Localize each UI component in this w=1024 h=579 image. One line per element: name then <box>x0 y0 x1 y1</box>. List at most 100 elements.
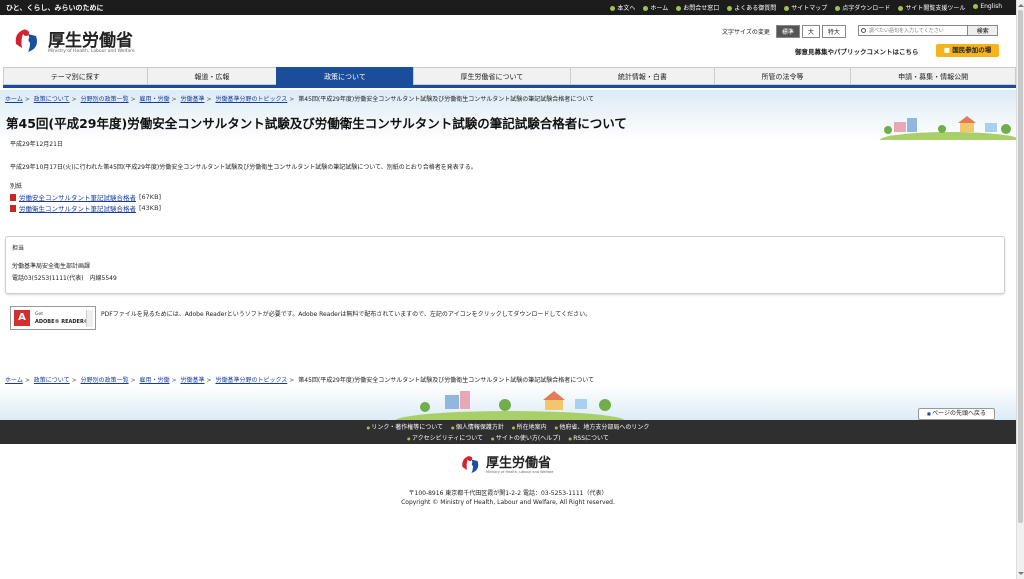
breadcrumb-policy-list[interactable]: 分野別の政策一覧 <box>81 96 129 103</box>
scrollbar-thumb[interactable] <box>1018 10 1023 523</box>
contact-box: 担当 労働基準局安全衛生部計画課 電話03(5253)1111(代表) 内線55… <box>5 236 1005 294</box>
breadcrumb-policy[interactable]: 政策について <box>34 377 70 384</box>
site-search: 検索 <box>858 25 998 36</box>
breadcrumb-topics[interactable]: 労働基準分野のトピックス <box>215 96 287 103</box>
ministry-logo-icon <box>462 455 479 473</box>
footer-link-privacy[interactable]: 個人情報保護方針 <box>451 422 504 431</box>
footer-link-location[interactable]: 所在地案内 <box>512 422 547 431</box>
search-button[interactable]: 検索 <box>967 26 997 35</box>
breadcrumb-employment[interactable]: 雇用・労働 <box>140 96 170 103</box>
nav-item-applications[interactable]: 申請・募集・情報公開 <box>850 67 1016 85</box>
utility-link-skip[interactable]: 本文へ <box>610 3 635 12</box>
breadcrumb-policy[interactable]: 政策について <box>34 96 70 103</box>
home-icon <box>643 6 649 11</box>
breadcrumb-labor-standards[interactable]: 労働基準 <box>181 377 205 384</box>
nav-item-statistics[interactable]: 統計情報・白書 <box>570 67 714 85</box>
breadcrumb-topics[interactable]: 労働基準分野のトピックス <box>215 377 287 384</box>
adobe-reader-banner[interactable]: A Get ADOBE® READER® <box>10 306 96 330</box>
nav-item-themes[interactable]: テーマ別に探す <box>3 67 147 85</box>
footer-nav: リンク・著作権等について 個人情報保護方針 所在地案内 他府省、地方支分部局への… <box>0 420 1016 444</box>
footer-link-accessibility[interactable]: アクセシビリティについて <box>407 433 483 442</box>
page-title: 第45回(平成29年度)労働安全コンサルタント試験及び労働衛生コンサルタント試験… <box>6 116 627 131</box>
breadcrumb-labor-standards[interactable]: 労働基準 <box>181 96 205 103</box>
global-nav: テーマ別に探す 報道・広報 政策について 厚生労働省について 統計情報・白書 所… <box>3 67 1016 88</box>
tool-icon <box>898 6 904 11</box>
utility-link-english[interactable]: English <box>973 3 1002 12</box>
town-illustration <box>395 391 625 420</box>
download-icon <box>835 6 841 11</box>
font-size-standard-button[interactable]: 標準 <box>775 25 800 38</box>
attachment-size: [43KB] <box>139 204 162 212</box>
logo-text: 厚生労働省 <box>48 31 133 51</box>
footer-logo-text: 厚生労働省 <box>486 456 552 471</box>
footer-nav-row: リンク・著作権等について 個人情報保護方針 所在地案内 他府省、地方支分部局への… <box>0 422 1016 431</box>
slogan: ひと、くらし、みらいのために <box>6 4 104 12</box>
pdf-icon <box>10 193 16 201</box>
utility-link-sitemap[interactable]: サイトマップ <box>784 3 827 12</box>
contact-phone: 電話03(5253)1111(代表) 内線5549 <box>12 275 117 282</box>
footer-address: 〒100-8916 東京都千代田区霞が関1-2-2 電話：03-5253-111… <box>408 490 608 497</box>
town-illustration <box>880 116 1016 140</box>
question-icon <box>727 6 733 11</box>
footer-copyright: Copyright © Ministry of Health, Labour a… <box>401 499 615 506</box>
sitemap-icon <box>784 6 790 11</box>
scroll-down-icon[interactable] <box>1018 572 1024 578</box>
attachment-size: [67KB] <box>139 193 162 201</box>
font-size-xlarge-button[interactable]: 特大 <box>821 25 846 38</box>
top-bar: ひと、くらし、みらいのために 本文へ ホーム お問合せ窓口 よくある御質問 サイ… <box>0 0 1016 15</box>
public-participation-button[interactable]: 国民参加の場 <box>936 44 999 57</box>
attachment-link-hygiene[interactable]: 労働衛生コンサルタント筆記試験合格者 <box>19 203 136 213</box>
breadcrumb-employment[interactable]: 雇用・労働 <box>140 377 170 384</box>
breadcrumb-current: 第45回(平成29年度)労働安全コンサルタント試験及び労働衛生コンサルタント試験… <box>298 377 595 384</box>
breadcrumb-policy-list[interactable]: 分野別の政策一覧 <box>81 377 129 384</box>
publish-date: 平成29年12月21日 <box>10 141 63 148</box>
footer-link-copyright[interactable]: リンク・著作権等について <box>367 422 443 431</box>
utility-link-contact[interactable]: お問合せ窓口 <box>676 3 719 12</box>
nav-item-press[interactable]: 報道・広報 <box>146 67 277 85</box>
utility-link-home[interactable]: ホーム <box>643 3 668 12</box>
contact-department: 労働基準局安全衛生部計画課 <box>12 263 91 270</box>
ministry-logo-icon <box>11 25 41 55</box>
pdf-icon <box>10 204 16 212</box>
vertical-scrollbar[interactable] <box>1016 0 1024 579</box>
header: 厚生労働省 Ministry of Health, Labour and Wel… <box>0 15 1016 65</box>
scroll-up-icon[interactable] <box>1018 1 1024 7</box>
breadcrumb-current: 第45回(平成29年度)労働安全コンサルタント試験及び労働衛生コンサルタント試験… <box>298 96 595 103</box>
footer-logo-subtitle: Ministry of Health, Labour and Welfare <box>486 470 554 474</box>
font-size-switcher: 文字サイズの変更 標準 大 特大 <box>722 25 846 38</box>
nav-item-policy[interactable]: 政策について <box>276 67 413 85</box>
nav-item-about[interactable]: 厚生労働省について <box>412 67 571 85</box>
breadcrumb-home[interactable]: ホーム <box>5 377 23 384</box>
breadcrumb-home[interactable]: ホーム <box>5 96 23 103</box>
nav-item-laws[interactable]: 所管の法令等 <box>713 67 851 85</box>
adobe-logo-icon: A <box>14 310 30 326</box>
globe-icon <box>973 4 979 9</box>
public-participation-label: 国民参加の場 <box>952 46 992 54</box>
logo-subtitle: Ministry of Health, Labour and Welfare <box>48 49 135 54</box>
bullet-icon <box>610 6 616 11</box>
footer-link-help[interactable]: サイトの使い方(ヘルプ) <box>491 433 561 442</box>
public-comment-link[interactable]: 御意見募集やパブリックコメントはこちら <box>795 46 919 56</box>
adobe-reader-note: PDFファイルを見るためには、Adobe Readerというソフトが必要です。A… <box>101 311 592 318</box>
attachments-label: 別紙 <box>10 183 23 190</box>
lead-text: 平成29年10月17日(火)に行われた第45回(平成29年度)労働安全コンサルタ… <box>10 164 477 171</box>
footer-link-rss[interactable]: RSSについて <box>569 433 609 442</box>
attachment-item: 労働安全コンサルタント筆記試験合格者 [67KB] <box>10 192 161 202</box>
utility-link-faq[interactable]: よくある御質問 <box>727 3 776 12</box>
contact-heading: 担当 <box>12 245 25 252</box>
font-size-label: 文字サイズの変更 <box>722 29 770 36</box>
attachment-link-safety[interactable]: 労働安全コンサルタント筆記試験合格者 <box>19 192 136 202</box>
footer-logo[interactable]: 厚生労働省 Ministry of Health, Labour and Wel… <box>458 452 578 478</box>
utility-link-braille[interactable]: 点字ダウンロード <box>835 3 890 12</box>
utility-link-accessibility-tool[interactable]: サイト閲覧支援ツール <box>898 3 965 12</box>
search-input[interactable] <box>859 26 968 35</box>
adobe-get-label: Get <box>35 312 44 317</box>
font-size-large-button[interactable]: 大 <box>801 25 820 38</box>
search-icon <box>861 28 866 33</box>
footer-link-other-ministries[interactable]: 他府省、地方支分部局へのリンク <box>555 422 649 431</box>
back-to-top-button[interactable]: ページの先頭へ戻る <box>918 408 995 420</box>
footer-nav-row: アクセシビリティについて サイトの使い方(ヘルプ) RSSについて <box>0 433 1016 442</box>
adobe-reader-label: ADOBE® READER® <box>35 319 89 325</box>
breadcrumb: ホーム > 政策について > 分野別の政策一覧 > 雇用・労働 > 労働基準 > 労働基準… <box>5 96 595 103</box>
site-logo[interactable]: 厚生労働省 Ministry of Health, Labour and Wel… <box>10 24 170 60</box>
